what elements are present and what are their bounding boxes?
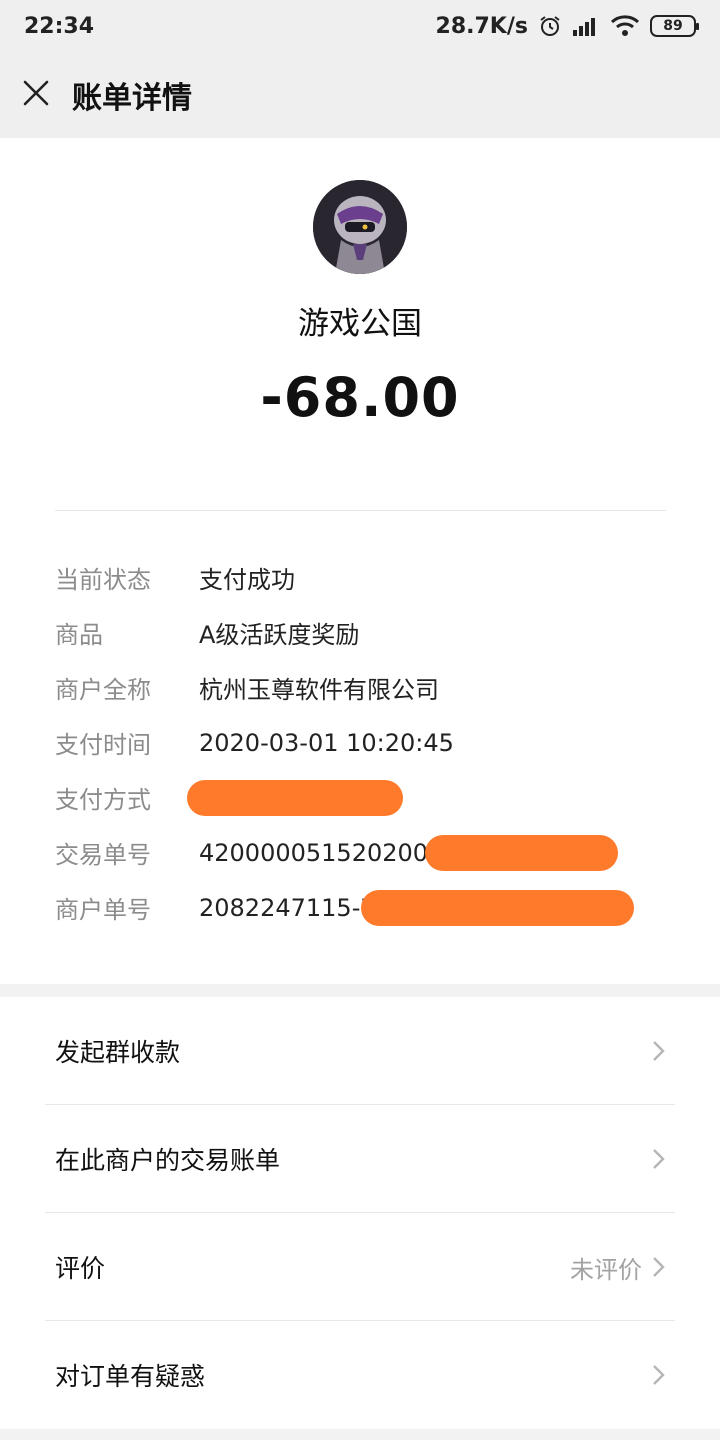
battery-level: 89 — [663, 18, 683, 34]
alarm-icon — [538, 14, 562, 38]
detail-row-pay-method: 支付方式 — [55, 770, 666, 825]
detail-row-transaction-id: 交易单号 4200000515202003 — [55, 825, 666, 880]
menu-item-review[interactable]: 评价 未评价 — [0, 1213, 720, 1321]
menu-item-group-collect[interactable]: 发起群收款 — [0, 997, 720, 1105]
detail-value: A级活跃度奖励 — [199, 621, 360, 649]
review-status: 未评价 — [570, 1255, 642, 1284]
header-bar: 账单详情 — [0, 52, 720, 138]
detail-label: 商品 — [55, 621, 103, 649]
menu-item-right — [642, 997, 666, 1105]
detail-value: 2020-03-01 10:20:45 — [199, 728, 454, 757]
detail-label: 支付方式 — [55, 786, 151, 814]
detail-row-merchant-order-id: 商户单号 2082247115-7 — [55, 880, 666, 935]
status-time: 22:34 — [24, 13, 95, 39]
redaction-mark — [187, 780, 403, 816]
close-icon — [22, 79, 50, 111]
signal-icon — [572, 15, 600, 37]
chevron-right-icon — [653, 1365, 665, 1385]
detail-row-status: 当前状态 支付成功 — [55, 550, 666, 605]
status-bar: 22:34 28.7K/s 89 — [0, 0, 720, 52]
page-title: 账单详情 — [72, 81, 192, 116]
close-button[interactable] — [0, 52, 72, 138]
chevron-right-icon — [653, 1257, 665, 1277]
action-menu: 发起群收款 在此商户的交易账单 评价 未评价 对订单有疑惑 — [0, 997, 720, 1429]
detail-list: 当前状态 支付成功 商品 A级活跃度奖励 商户全称 杭州玉尊软件有限公司 支付时… — [55, 550, 666, 935]
menu-item-label: 在此商户的交易账单 — [55, 1146, 281, 1175]
wifi-icon — [610, 15, 640, 37]
menu-item-right — [642, 1321, 666, 1429]
chevron-right-icon — [653, 1041, 665, 1061]
menu-item-label: 发起群收款 — [55, 1038, 181, 1067]
detail-value: 杭州玉尊软件有限公司 — [199, 676, 439, 704]
detail-label: 商户单号 — [55, 896, 151, 924]
detail-value: 2082247115-7 — [199, 893, 376, 922]
detail-label: 商户全称 — [55, 676, 151, 704]
detail-row-pay-time: 支付时间 2020-03-01 10:20:45 — [55, 715, 666, 770]
menu-item-merchant-bills[interactable]: 在此商户的交易账单 — [0, 1105, 720, 1213]
divider — [55, 510, 666, 511]
payment-amount: -68.00 — [260, 366, 460, 429]
detail-label: 支付时间 — [55, 731, 151, 759]
detail-value: 4200000515202003 — [199, 838, 444, 867]
menu-item-order-question[interactable]: 对订单有疑惑 — [0, 1321, 720, 1429]
detail-row-merchant-fullname: 商户全称 杭州玉尊软件有限公司 — [55, 660, 666, 715]
menu-item-label: 对订单有疑惑 — [55, 1362, 206, 1391]
chevron-right-icon — [653, 1149, 665, 1169]
merchant-name: 游戏公国 — [298, 306, 422, 342]
battery-icon: 89 — [650, 15, 699, 37]
network-speed: 28.7K/s — [435, 13, 528, 39]
redaction-mark — [361, 890, 634, 926]
detail-row-product: 商品 A级活跃度奖励 — [55, 605, 666, 660]
menu-item-label: 评价 — [55, 1254, 106, 1283]
redaction-mark — [425, 835, 618, 871]
bill-summary-card: 游戏公国 -68.00 当前状态 支付成功 商品 A级活跃度奖励 商户全称 杭州… — [0, 138, 720, 984]
menu-item-right: 未评价 — [570, 1213, 666, 1321]
merchant-avatar — [313, 180, 407, 274]
detail-label: 交易单号 — [55, 841, 151, 869]
detail-label: 当前状态 — [55, 566, 151, 594]
status-icons: 28.7K/s 89 — [435, 13, 699, 39]
detail-value: 支付成功 — [199, 566, 295, 594]
menu-item-right — [642, 1105, 666, 1213]
